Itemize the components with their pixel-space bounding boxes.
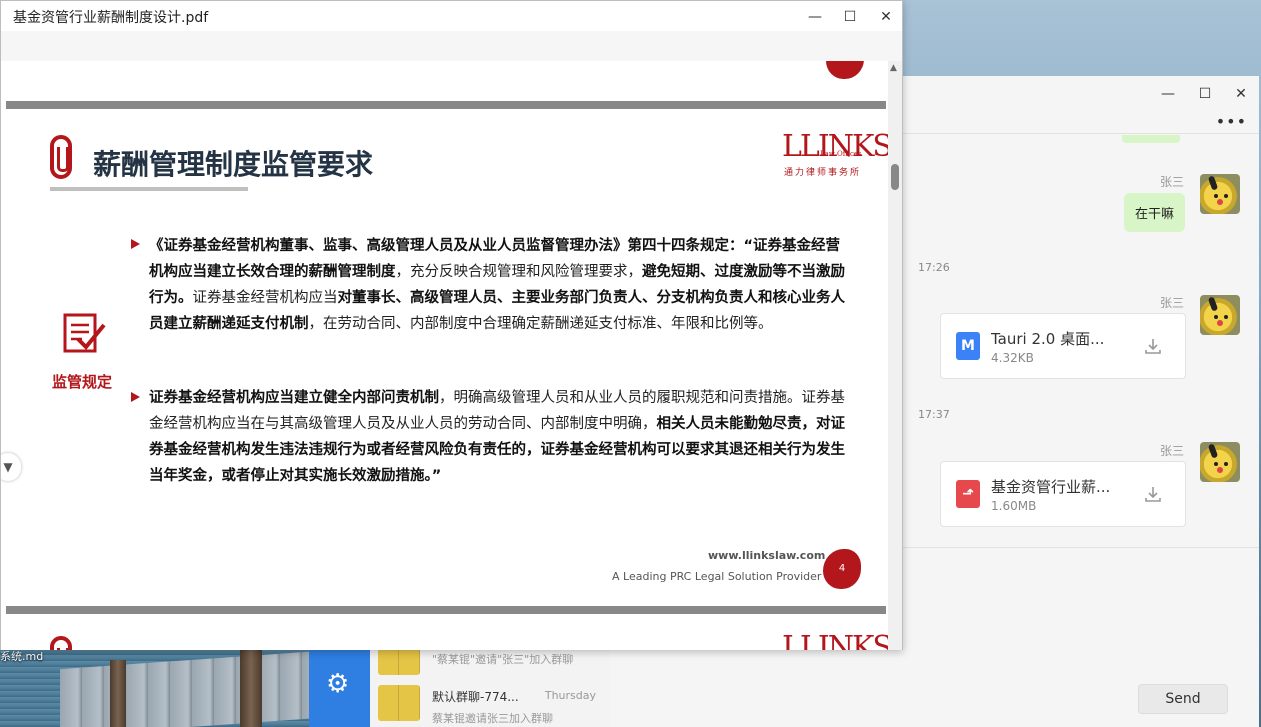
paperclip-icon <box>50 135 72 179</box>
contact-subtitle: 蔡某锟邀请张三加入群聊 <box>432 712 553 725</box>
logo-subtitle: Law Offices <box>820 150 862 158</box>
paperclip-icon <box>50 636 72 650</box>
sender-name: 张三 <box>1160 175 1185 189</box>
page-number-badge: 4 <box>823 549 861 589</box>
page-number-badge: 3 <box>826 61 864 79</box>
minimize-button[interactable]: — <box>805 7 825 27</box>
maximize-button[interactable]: ☐ <box>1195 84 1215 104</box>
pdf-document-view[interactable]: 3 薪酬管理制度监管要求 LLINKS Law Offices 通力律师事务所 … <box>1 61 888 650</box>
contact-time: Thursday <box>544 689 596 702</box>
contact-list: "蔡某锟"邀请"张三"加入群聊 默认群聊-774... Thursday 蔡某锟… <box>370 639 610 727</box>
section-label: 监管规定 <box>52 373 113 391</box>
wallpaper-post <box>240 648 262 727</box>
pdf-icon: ⬏ <box>956 480 980 508</box>
pdf-viewer-window: 基金资管行业薪酬制度设计.pdf — ☐ ✕ 3 薪酬管理制度监管要求 LLIN… <box>0 0 903 650</box>
title-underline <box>50 187 248 191</box>
file-size: 1.60MB <box>991 499 1037 513</box>
logo-mark: LLINKS <box>782 630 888 650</box>
wallpaper-post <box>110 660 126 727</box>
avatar[interactable] <box>1200 174 1240 214</box>
file-name: Tauri 2.0 桌面... <box>991 330 1105 348</box>
next-page: LLINKS <box>6 616 888 650</box>
avatar[interactable] <box>1200 295 1240 335</box>
bullet-arrow-icon <box>131 392 140 402</box>
download-icon[interactable] <box>1143 336 1163 356</box>
message-time: 17:37 <box>918 408 950 421</box>
close-button[interactable]: ✕ <box>1231 84 1251 104</box>
footer-tagline: A Leading PRC Legal Solution Provider <box>612 570 822 583</box>
file-message-card[interactable]: M Tauri 2.0 桌面... 4.32KB <box>940 313 1186 379</box>
avatar[interactable] <box>1200 442 1240 482</box>
regulation-paragraph: 《证券基金经营机构董事、监事、高级管理人员及从业人员监督管理办法》第四十四条规定… <box>149 238 845 332</box>
page-separator <box>6 606 886 614</box>
previous-page: 3 <box>6 61 886 101</box>
pdf-toolbar <box>1 31 902 61</box>
contact-title: 默认群聊-774... <box>432 690 519 704</box>
contact-subtitle: "蔡某锟"邀请"张三"加入群聊 <box>432 653 574 666</box>
pdf-page: 薪酬管理制度监管要求 LLINKS Law Offices 通力律师事务所 监管… <box>6 111 888 605</box>
scrollbar-thumb[interactable] <box>891 164 899 190</box>
bullet-arrow-icon <box>131 239 140 249</box>
sender-name: 张三 <box>1160 296 1185 310</box>
download-icon[interactable] <box>1143 484 1163 504</box>
desktop-file-label[interactable]: 系统.md <box>0 648 43 664</box>
message-list: 张三 在干嘛 17:26 张三 M Tauri 2.0 桌面... 4.32KB… <box>902 135 1259 547</box>
list-item[interactable]: 默认群聊-774... Thursday 蔡某锟邀请张三加入群聊 <box>370 683 610 725</box>
minimize-button[interactable]: — <box>1158 84 1178 104</box>
footer-url: www.llinkslaw.com <box>708 549 826 562</box>
file-size: 4.32KB <box>991 351 1034 365</box>
file-name: 基金资管行业薪... <box>991 478 1111 496</box>
settings-button[interactable]: ⚙ <box>309 649 370 727</box>
send-button[interactable]: Send <box>1138 684 1228 714</box>
close-button[interactable]: ✕ <box>876 7 896 27</box>
document-check-icon <box>63 313 106 353</box>
file-message-card[interactable]: ⬏ 基金资管行业薪... 1.60MB <box>940 461 1186 527</box>
gear-icon: ⚙ <box>326 669 350 699</box>
logo-mark: LLINKS <box>782 129 888 164</box>
page-title: 薪酬管理制度监管要求 <box>93 148 374 181</box>
scrollbar[interactable]: ▲ <box>888 61 902 650</box>
message-time: 17:26 <box>918 261 950 274</box>
logo-chinese: 通力律师事务所 <box>784 168 862 178</box>
page-separator <box>6 101 886 109</box>
sender-name: 张三 <box>1160 444 1185 458</box>
llinks-logo: LLINKS Law Offices 通力律师事务所 <box>782 129 888 178</box>
scroll-up-icon[interactable]: ▲ <box>890 63 897 73</box>
regulation-paragraph: 证券基金经营机构应当建立健全内部问责机制，明确高级管理人员和从业人员的履职规范和… <box>149 390 845 484</box>
message-bubble <box>1122 135 1180 143</box>
window-title: 基金资管行业薪酬制度设计.pdf <box>13 10 209 26</box>
message-bubble: 在干嘛 <box>1124 193 1186 232</box>
avatar <box>378 685 420 721</box>
maximize-button[interactable]: ☐ <box>840 7 860 27</box>
more-options-icon[interactable]: ••• <box>1216 112 1247 131</box>
markdown-icon: M <box>956 332 980 360</box>
